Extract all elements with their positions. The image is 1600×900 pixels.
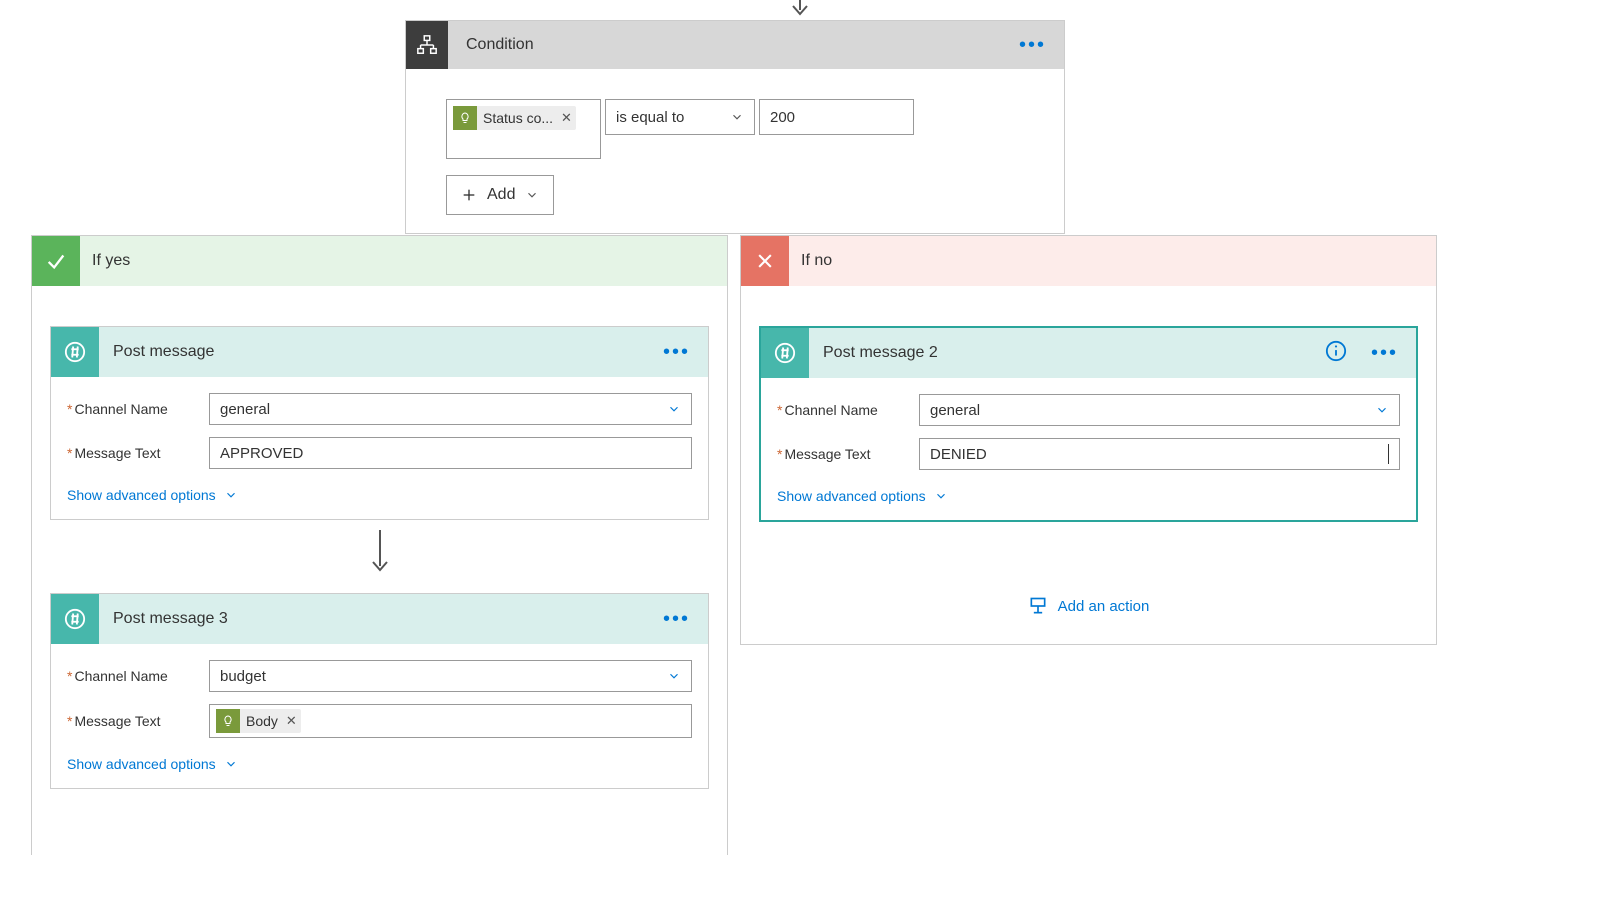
- token-status-code[interactable]: Status co... ✕: [453, 106, 576, 130]
- condition-add-button[interactable]: Add: [446, 175, 554, 215]
- chevron-down-icon: [525, 188, 539, 202]
- condition-icon: [406, 21, 448, 69]
- show-advanced-link[interactable]: Show advanced options: [777, 482, 948, 508]
- add-label: Add: [487, 186, 515, 204]
- action-title: Post message: [99, 343, 645, 361]
- show-advanced-link[interactable]: Show advanced options: [67, 750, 238, 776]
- condition-operator-select[interactable]: is equal to: [605, 99, 755, 135]
- chevron-down-icon: [1375, 403, 1389, 417]
- action-menu-button[interactable]: •••: [1353, 342, 1416, 365]
- add-action-label: Add an action: [1058, 598, 1150, 615]
- action-title: Post message 3: [99, 610, 645, 628]
- condition-title: Condition: [448, 36, 1001, 54]
- flow-arrow-mid: [32, 530, 727, 579]
- hash-icon: [761, 328, 809, 378]
- message-text-label: *Message Text: [67, 445, 209, 461]
- branch-yes-header: If yes: [32, 236, 727, 286]
- condition-header[interactable]: Condition •••: [406, 21, 1064, 69]
- chevron-down-icon: [667, 402, 681, 416]
- action-header[interactable]: Post message •••: [51, 327, 708, 377]
- show-advanced-link[interactable]: Show advanced options: [67, 481, 238, 507]
- condition-left-operand[interactable]: Status co... ✕: [446, 99, 601, 159]
- branch-no-header: If no: [741, 236, 1436, 286]
- message-text-input[interactable]: APPROVED: [209, 437, 692, 469]
- condition-value-input[interactable]: [759, 99, 914, 135]
- channel-name-select[interactable]: general: [209, 393, 692, 425]
- token-label: Status co...: [483, 110, 553, 126]
- action-header[interactable]: Post message 3 •••: [51, 594, 708, 644]
- token-remove-button[interactable]: ✕: [286, 713, 297, 729]
- hash-icon: [51, 594, 99, 644]
- condition-body: Status co... ✕ is equal to Add: [406, 69, 1064, 233]
- action-post-message-1: Post message ••• *Channel Name general *…: [50, 326, 709, 520]
- branch-no-title: If no: [789, 252, 832, 270]
- condition-menu-button[interactable]: •••: [1001, 34, 1064, 57]
- condition-card: Condition ••• Status co... ✕ is equal to: [405, 20, 1065, 234]
- chevron-down-icon: [667, 669, 681, 683]
- chevron-down-icon: [224, 757, 238, 771]
- action-menu-button[interactable]: •••: [645, 341, 708, 364]
- channel-name-label: *Channel Name: [67, 668, 209, 684]
- hash-icon: [51, 327, 99, 377]
- lightbulb-icon: [453, 106, 477, 130]
- branch-if-no: If no Post message 2 ••• *Channel Name g…: [740, 235, 1437, 645]
- message-text-label: *Message Text: [777, 446, 919, 462]
- check-icon: [32, 236, 80, 286]
- operator-value: is equal to: [616, 109, 684, 126]
- info-icon[interactable]: [1319, 340, 1353, 367]
- message-text-label: *Message Text: [67, 713, 209, 729]
- add-action-button[interactable]: Add an action: [1028, 596, 1150, 616]
- channel-name-label: *Channel Name: [777, 402, 919, 418]
- channel-name-label: *Channel Name: [67, 401, 209, 417]
- lightbulb-icon: [216, 709, 240, 733]
- message-text-input[interactable]: Body ✕: [209, 704, 692, 738]
- chevron-down-icon: [934, 489, 948, 503]
- action-header[interactable]: Post message 2 •••: [761, 328, 1416, 378]
- channel-name-select[interactable]: general: [919, 394, 1400, 426]
- text-cursor: [1388, 444, 1389, 464]
- action-title: Post message 2: [809, 344, 1319, 362]
- token-remove-button[interactable]: ✕: [561, 110, 572, 126]
- action-post-message-3: Post message 3 ••• *Channel Name budget …: [50, 593, 709, 789]
- action-post-message-2: Post message 2 ••• *Channel Name general…: [759, 326, 1418, 522]
- add-action-icon: [1028, 596, 1048, 616]
- close-icon: [741, 236, 789, 286]
- flow-arrow-top: [790, 0, 810, 18]
- plus-icon: [461, 187, 477, 203]
- token-body[interactable]: Body ✕: [216, 709, 301, 733]
- token-label: Body: [246, 713, 278, 729]
- chevron-down-icon: [730, 110, 744, 124]
- action-menu-button[interactable]: •••: [645, 608, 708, 631]
- chevron-down-icon: [224, 488, 238, 502]
- branch-yes-title: If yes: [80, 252, 130, 270]
- channel-name-select[interactable]: budget: [209, 660, 692, 692]
- branch-if-yes: If yes Post message ••• *Channel Name ge…: [31, 235, 728, 855]
- message-text-input[interactable]: DENIED: [919, 438, 1400, 470]
